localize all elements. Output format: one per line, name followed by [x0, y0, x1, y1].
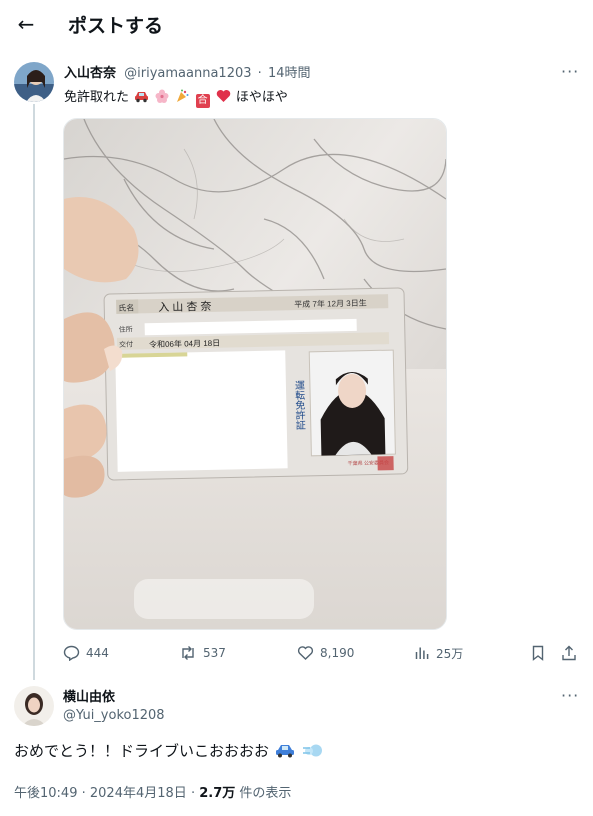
post-time[interactable]: 14時間	[268, 66, 311, 81]
post-image[interactable]: 氏名 入 山 杏 奈 平成 7年 12月 3日生 住所 交付 令和06年 04月…	[63, 118, 447, 630]
reply-time[interactable]: 午後10:49	[14, 786, 77, 801]
post-text: 免許取れた 合 ほやほや	[64, 86, 288, 108]
view-count: 25万	[436, 646, 464, 661]
share-button[interactable]	[561, 642, 583, 664]
more-icon[interactable]: ···	[561, 62, 579, 81]
reply-count: 444	[86, 646, 109, 660]
reply-meta: 午後10:49 · 2024年4月18日 · 2.7万 件の表示	[14, 782, 291, 801]
bookmark-button[interactable]	[531, 642, 551, 664]
reply-view-suffix: 件の表示	[239, 786, 292, 801]
action-bar: 444 537 8,190 25万	[63, 642, 583, 664]
sakura-icon	[155, 89, 169, 107]
reply-header: 横山由依	[63, 686, 115, 705]
bookmark-icon	[532, 645, 544, 661]
more-icon[interactable]: ···	[561, 686, 579, 705]
views-button[interactable]: 25万	[414, 642, 463, 664]
avatar[interactable]	[14, 686, 54, 726]
reply-text: おめでとう！！ドライブいこおおおお	[14, 740, 325, 762]
car-icon	[275, 743, 295, 762]
dash-icon	[302, 743, 324, 762]
post-text-prefix: 免許取れた	[64, 90, 130, 105]
issue-date: 令和06年 04月 18日	[149, 338, 220, 349]
thread-line	[33, 104, 35, 680]
issue-label: 交付	[119, 340, 133, 349]
separator: ·	[190, 786, 196, 801]
post-text-suffix: ほやほや	[235, 90, 288, 105]
bar-chart-icon	[415, 647, 429, 659]
separator: ·	[257, 66, 262, 81]
arrow-left-icon[interactable]: ←	[12, 10, 40, 38]
avatar[interactable]	[14, 62, 54, 102]
author-handle[interactable]: @iriyamaanna1203	[124, 66, 251, 81]
license-type-label: 運転免許証	[292, 380, 305, 431]
author-name[interactable]: 入山杏奈	[64, 66, 116, 81]
heart-icon	[216, 89, 231, 107]
repost-button[interactable]: 537	[179, 642, 226, 664]
reply-date[interactable]: 2024年4月18日	[90, 786, 187, 801]
post-header: 入山杏奈 @iriyamaanna1203 · 14時間	[64, 62, 310, 81]
repost-count: 537	[203, 646, 226, 660]
party-icon	[175, 89, 189, 107]
address-label: 住所	[119, 325, 133, 334]
reply-author-name[interactable]: 横山由依	[63, 690, 115, 705]
reply-author-handle[interactable]: @Yui_yoko1208	[63, 708, 165, 723]
repost-icon	[182, 646, 194, 660]
page-title: ポストする	[68, 15, 164, 37]
reply-text-body: おめでとう！！ドライブいこおおおお	[14, 742, 270, 760]
heart-outline-icon	[297, 646, 314, 660]
like-count: 8,190	[320, 646, 355, 660]
share-icon	[562, 645, 576, 661]
pass-mark-icon: 合	[195, 94, 210, 108]
license-birth: 平成 7年 12月 3日生	[294, 298, 367, 310]
car-icon	[134, 90, 149, 107]
license-name: 入 山 杏 奈	[158, 299, 211, 314]
license-name-label: 氏名	[118, 302, 134, 312]
reply-button[interactable]: 444	[63, 642, 109, 664]
separator: ·	[81, 786, 86, 801]
reply-view-count: 2.7万	[199, 786, 236, 801]
like-button[interactable]: 8,190	[297, 642, 354, 664]
reply-icon	[63, 645, 80, 661]
top-bar: ← ポストする	[0, 0, 593, 48]
